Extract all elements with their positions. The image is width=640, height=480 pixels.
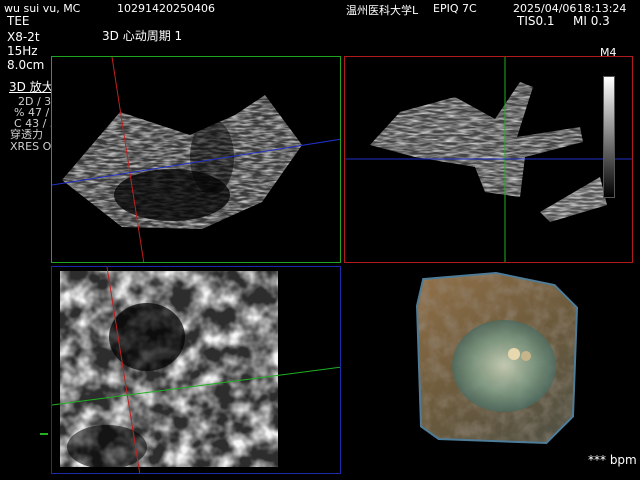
pane-3d-render[interactable] <box>344 266 633 474</box>
frame-rate-label: 15Hz <box>7 44 38 58</box>
param-block: TEE X8-2t 15Hz 8.0cm <box>7 14 44 72</box>
ultrasound-sector <box>370 82 583 197</box>
volume-body <box>418 274 576 442</box>
pane-top-left[interactable] <box>51 56 341 263</box>
institution-name: 温州医科大学L <box>346 4 419 17</box>
volume-render <box>415 271 579 445</box>
pane-top-right[interactable] <box>344 56 633 263</box>
depth-marker <box>40 433 48 435</box>
grayscale-bar <box>603 76 615 198</box>
ultrasound-sector <box>62 95 302 229</box>
depth-label: 8.0cm <box>7 58 45 72</box>
system-name: EPIQ 7C <box>433 2 477 15</box>
patient-id: 10291420250406 <box>117 2 215 15</box>
tis-value: TIS0.1 <box>517 14 555 28</box>
pane-top-left-image <box>52 57 340 262</box>
ultrasound-cscan <box>60 271 278 469</box>
pane-bottom-left[interactable] <box>51 266 341 474</box>
penetration-label: 穿透力 <box>10 128 43 141</box>
pane-top-right-image <box>345 57 632 262</box>
heart-rate-label: *** bpm <box>588 453 637 467</box>
pane-bottom-left-image <box>52 267 340 473</box>
mode-label: TEE <box>7 14 30 28</box>
map-label: M4 <box>600 46 617 59</box>
probe-label: X8-2t <box>7 30 40 44</box>
zoom-section-title[interactable]: 3D 放大 <box>9 81 54 93</box>
view-title: 3D 心动周期 1 <box>102 29 183 43</box>
mi-value: MI 0.3 <box>573 14 610 28</box>
